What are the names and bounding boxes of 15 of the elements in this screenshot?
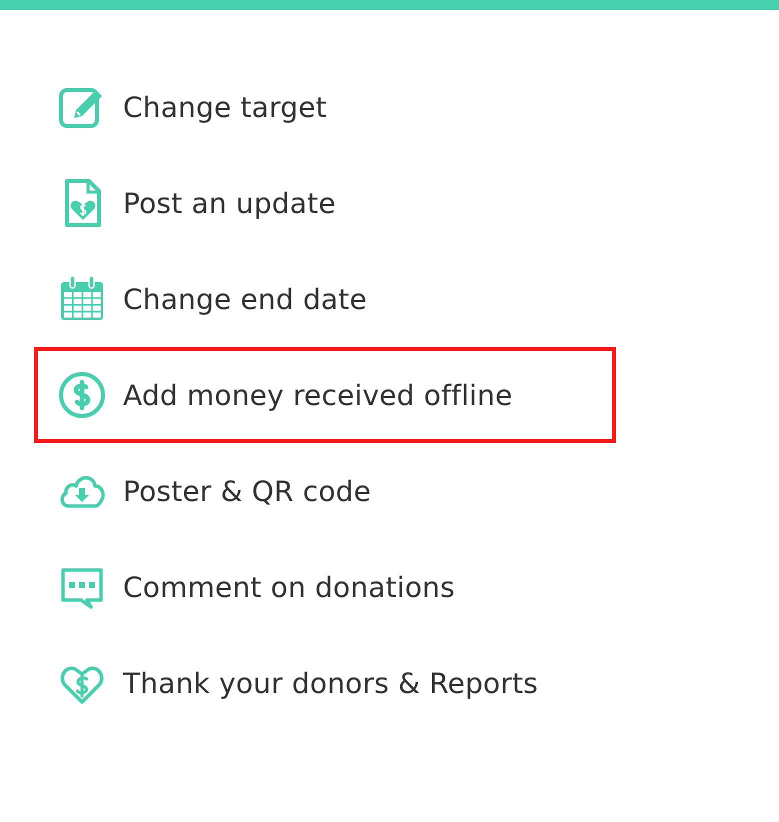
menu-label: Thank your donors & Reports bbox=[123, 666, 538, 700]
menu-item[interactable]: Change end date bbox=[34, 251, 616, 347]
menu-label: Poster & QR code bbox=[123, 474, 372, 508]
menu-label: Change end date bbox=[123, 282, 367, 316]
menu-label: Comment on donations bbox=[123, 570, 455, 604]
menu-item[interactable]: Post an update bbox=[34, 155, 616, 251]
menu-item[interactable]: Comment on donations bbox=[34, 539, 616, 635]
menu-label: Post an update bbox=[123, 186, 336, 220]
menu-item[interactable]: Change target bbox=[34, 59, 616, 155]
menu-label: Change target bbox=[123, 90, 327, 124]
menu-label: Add money received offline bbox=[123, 378, 513, 412]
menu-item[interactable]: Thank your donors & Reports bbox=[34, 635, 616, 731]
highlighted-menu-item[interactable]: Add money received offline bbox=[34, 347, 616, 443]
dollar-circle-icon bbox=[57, 370, 107, 420]
menu-item[interactable]: Poster & QR code bbox=[34, 443, 616, 539]
